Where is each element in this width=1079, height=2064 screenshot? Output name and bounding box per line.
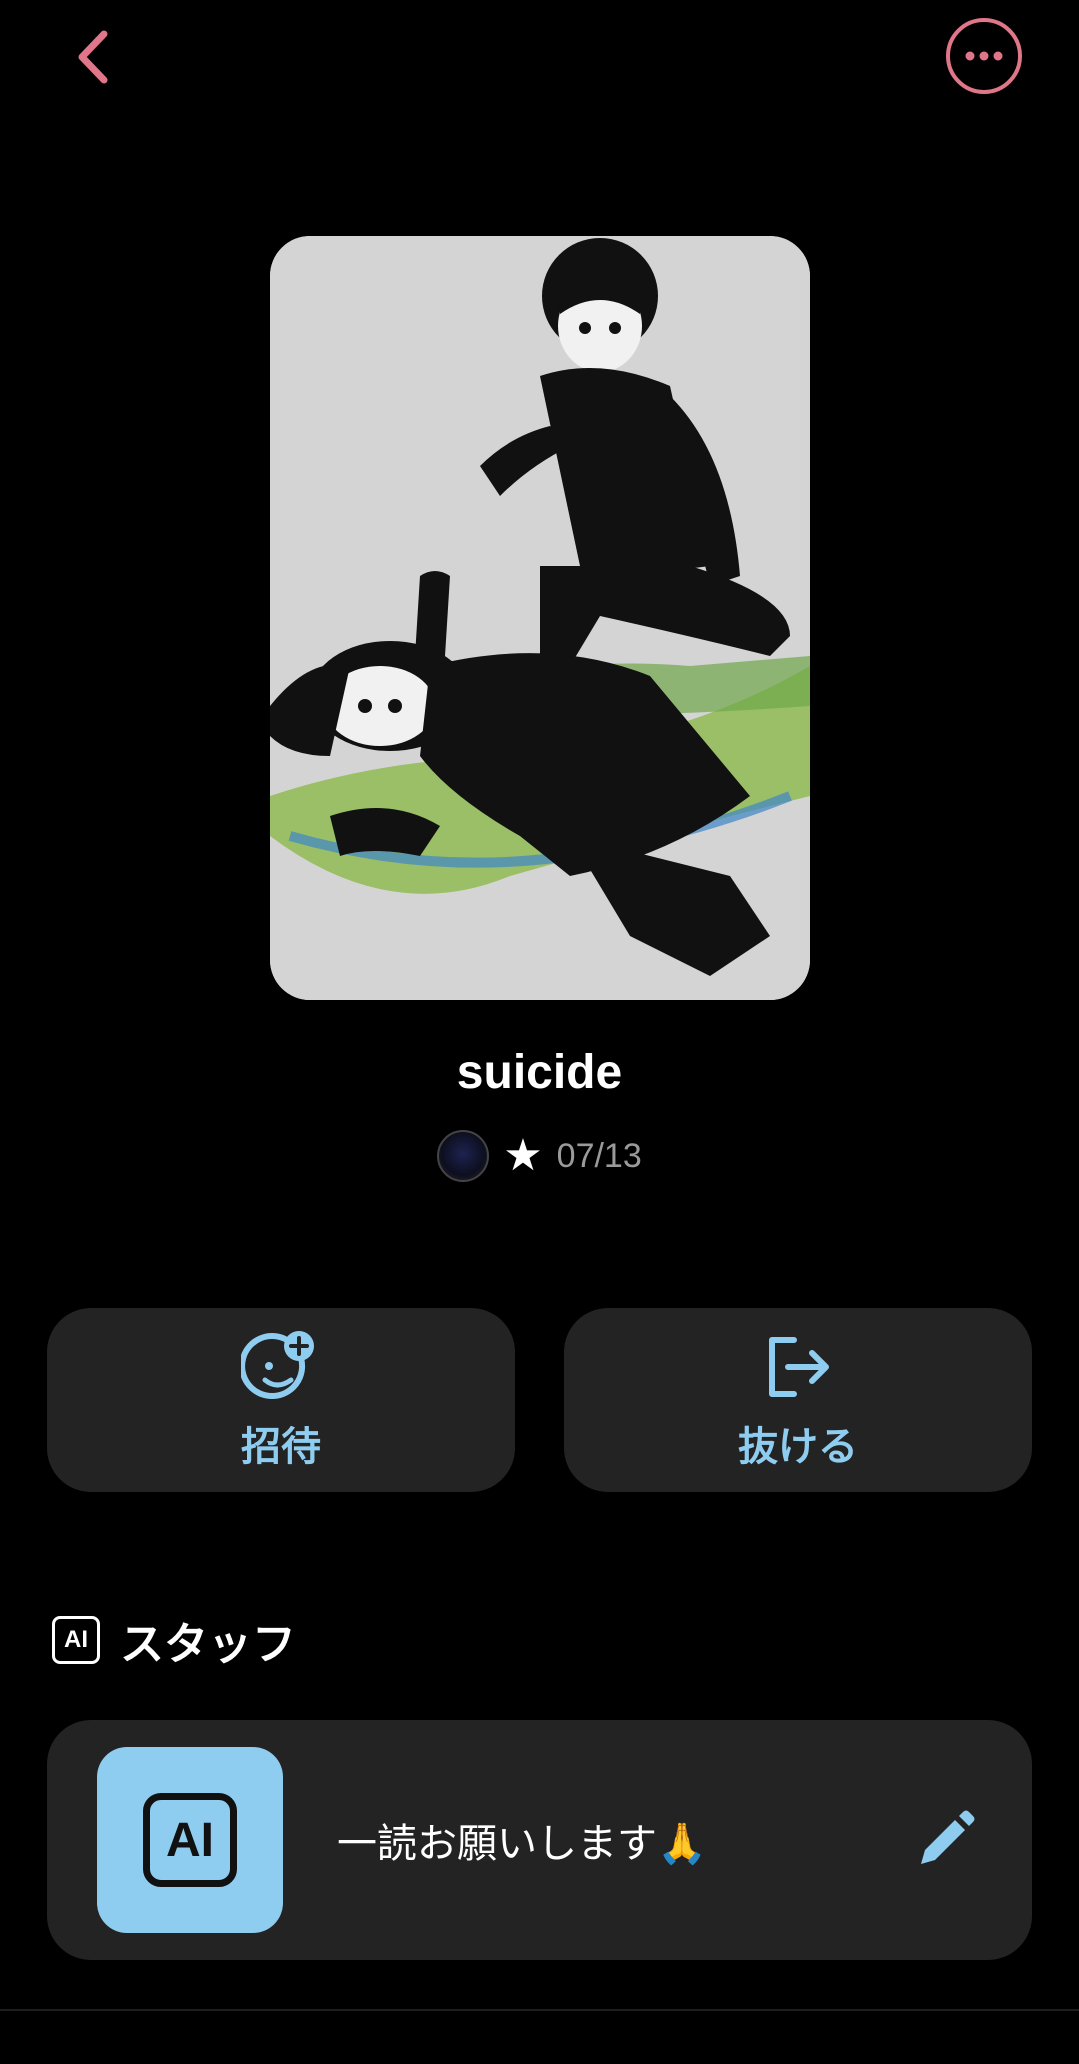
manga-illustration [270, 236, 810, 1000]
divider [0, 2009, 1079, 2011]
leave-button[interactable]: 抜ける [564, 1308, 1032, 1492]
room-meta: ★ 07/13 [0, 1128, 1079, 1184]
pencil-icon [921, 1810, 975, 1864]
ai-staff-avatar: AI [97, 1747, 283, 1933]
chevron-left-icon [78, 30, 108, 84]
owner-avatar[interactable] [437, 1130, 490, 1182]
room-cover-image [270, 236, 810, 1000]
ai-icon: AI [143, 1793, 237, 1887]
more-options-button[interactable] [946, 18, 1022, 94]
invite-smile-plus-icon [241, 1331, 314, 1399]
leave-label: 抜ける [738, 1424, 858, 1470]
staff-item[interactable]: AI 一読お願いします🙏 [47, 1720, 1032, 1960]
staff-section-title: スタッフ [120, 1619, 296, 1670]
more-horizontal-icon [965, 51, 1003, 61]
staff-section-header: AI スタッフ [52, 1612, 296, 1670]
exit-icon [769, 1337, 829, 1397]
staff-message: 一読お願いします🙏 [337, 1821, 707, 1867]
room-date: 07/13 [556, 1136, 642, 1175]
invite-label: 招待 [241, 1424, 321, 1470]
back-button[interactable] [62, 22, 132, 92]
edit-button[interactable] [913, 1808, 977, 1872]
ai-icon: AI [52, 1616, 100, 1664]
room-title: suicide [456, 1046, 623, 1099]
star-icon: ★ [503, 1130, 543, 1181]
invite-button[interactable]: 招待 [47, 1308, 515, 1492]
